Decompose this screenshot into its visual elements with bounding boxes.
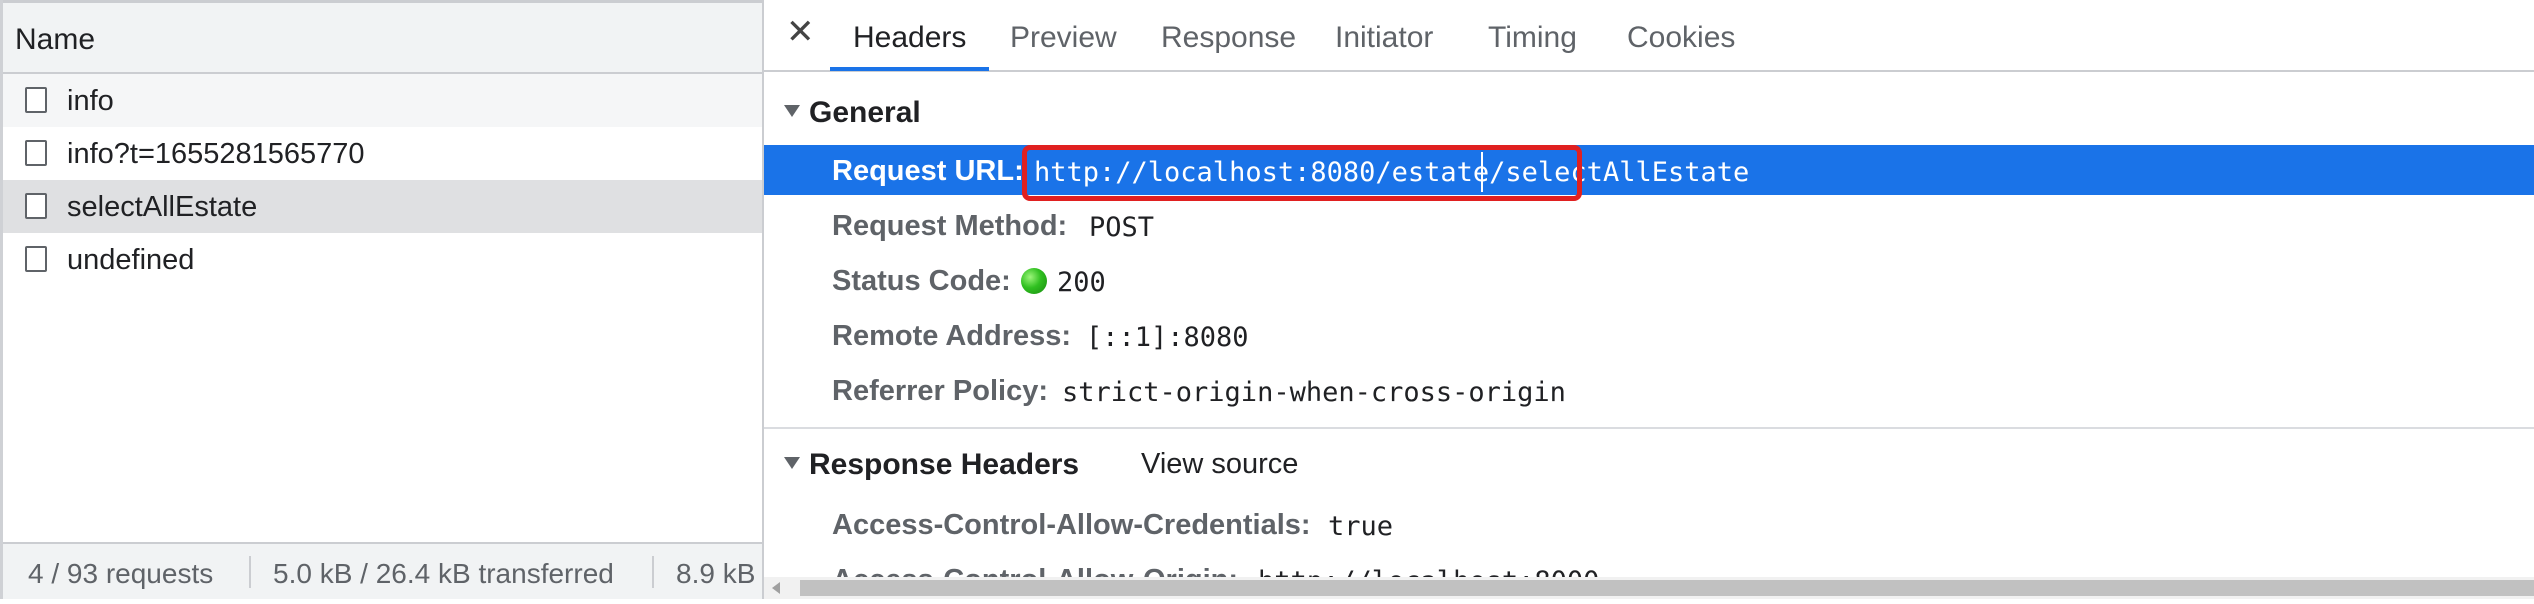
request-row[interactable]: info?t=1655281565770 <box>3 127 762 180</box>
active-tab-indicator <box>830 67 989 71</box>
request-details-pane: ✕ Headers Preview Response Initiator Tim… <box>764 0 2534 599</box>
header-value[interactable]: [::1]:8080 <box>1086 322 1249 353</box>
triangle-down-icon[interactable] <box>784 105 800 117</box>
section-title: General <box>809 96 921 129</box>
details-tabbar: ✕ Headers Preview Response Initiator Tim… <box>764 0 2534 72</box>
highlight-box <box>1022 145 1582 201</box>
tab-cookies[interactable]: Cookies <box>1627 21 1735 55</box>
section-title: Response Headers <box>809 448 1080 481</box>
request-name: selectAllEstate <box>67 191 258 223</box>
checkbox-icon[interactable] <box>25 193 47 219</box>
header-row-status-code: Status Code: 200 <box>764 255 2534 305</box>
section-divider <box>764 427 2534 429</box>
tab-timing[interactable]: Timing <box>1488 21 1577 55</box>
green-dot-icon <box>1021 268 1047 294</box>
request-name: info?t=1655281565770 <box>67 138 365 170</box>
divider <box>249 556 251 588</box>
divider <box>652 556 654 588</box>
header-row-referrer-policy: Referrer Policy: strict-origin-when-cros… <box>764 365 2534 415</box>
header-value[interactable]: true <box>1328 511 1393 542</box>
view-source-link[interactable]: View source <box>1141 448 1298 481</box>
scroll-left-icon[interactable] <box>772 582 780 594</box>
checkbox-icon[interactable] <box>25 140 47 166</box>
tab-headers[interactable]: Headers <box>853 21 966 55</box>
request-row[interactable]: undefined <box>3 233 762 286</box>
summary-bar: 4 / 93 requests 5.0 kB / 26.4 kB transfe… <box>3 542 762 599</box>
request-list: info info?t=1655281565770 selectAllEstat… <box>3 74 762 286</box>
header-value[interactable]: strict-origin-when-cross-origin <box>1062 377 1566 408</box>
request-name: info <box>67 85 114 117</box>
header-key: Remote Address: <box>832 320 1072 352</box>
header-key: Access-Control-Allow-Credentials: <box>832 509 1311 541</box>
name-column-header[interactable]: Name <box>3 0 762 74</box>
checkbox-icon[interactable] <box>25 87 47 113</box>
resources-size: 8.9 kB <box>676 558 756 589</box>
checkbox-icon[interactable] <box>25 246 47 272</box>
text-cursor <box>1481 152 1483 192</box>
triangle-down-icon[interactable] <box>784 457 800 469</box>
general-section-header[interactable]: General <box>764 92 2534 132</box>
tab-initiator[interactable]: Initiator <box>1335 21 1433 55</box>
tab-response[interactable]: Response <box>1161 21 1296 55</box>
request-row[interactable]: info <box>3 74 762 127</box>
request-name: undefined <box>67 244 195 276</box>
close-icon[interactable]: ✕ <box>786 14 815 50</box>
scrollbar-thumb[interactable] <box>800 580 2534 596</box>
header-value[interactable]: POST <box>1089 212 1154 243</box>
header-row-allow-credentials: Access-Control-Allow-Credentials: true <box>764 499 2534 549</box>
request-list-pane: Name info info?t=1655281565770 selectAll… <box>0 0 764 599</box>
header-key: Request URL: <box>832 155 1024 187</box>
header-key: Status Code: <box>832 265 1011 297</box>
response-headers-section-header[interactable]: Response Headers View source <box>764 444 2534 484</box>
header-key: Request Method: <box>832 210 1068 242</box>
tab-preview[interactable]: Preview <box>1010 21 1117 55</box>
transferred-size: 5.0 kB / 26.4 kB transferred <box>273 558 614 589</box>
header-key: Referrer Policy: <box>832 375 1048 407</box>
horizontal-scrollbar[interactable] <box>764 577 2534 599</box>
name-column-label: Name <box>15 23 96 56</box>
request-row-selected[interactable]: selectAllEstate <box>3 180 762 233</box>
request-count: 4 / 93 requests <box>28 558 214 589</box>
header-row-remote-address: Remote Address: [::1]:8080 <box>764 310 2534 360</box>
header-row-request-method: Request Method: POST <box>764 200 2534 250</box>
header-value[interactable]: 200 <box>1057 267 1106 298</box>
